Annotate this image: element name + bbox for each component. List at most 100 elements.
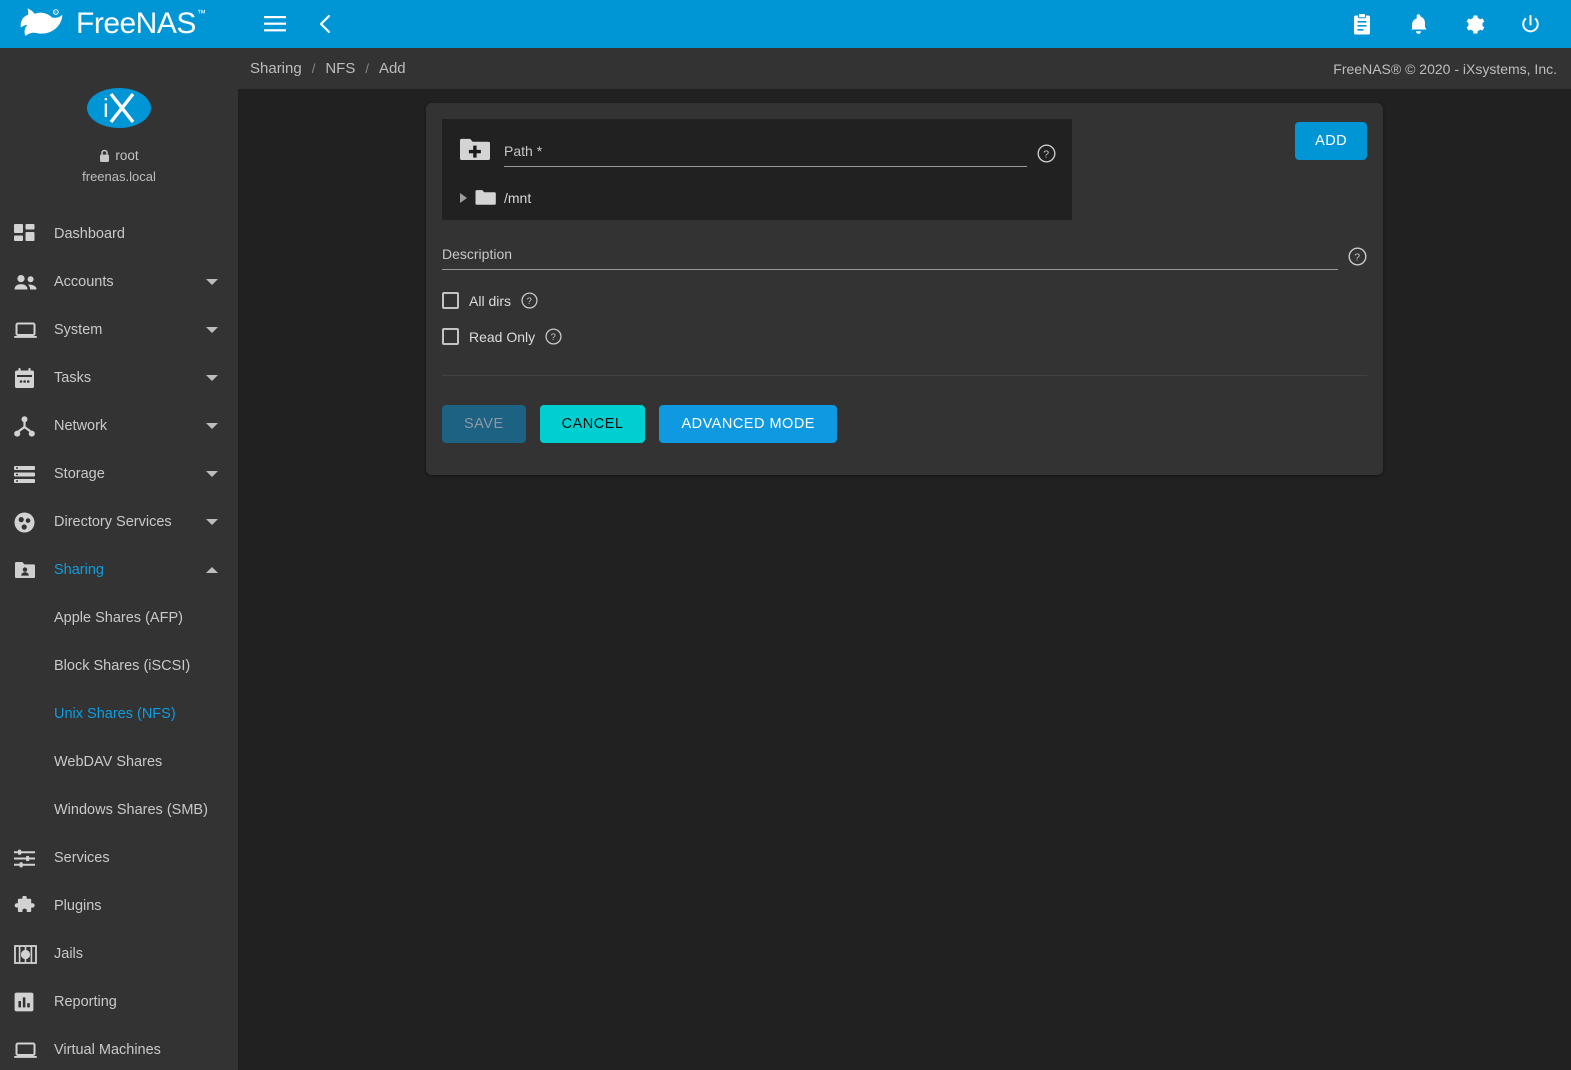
ix-systems-logo: i [86, 84, 152, 132]
create-new-folder-icon[interactable] [458, 135, 492, 165]
help-circle-icon[interactable]: ? [521, 292, 538, 309]
description-field: ? [442, 246, 1367, 270]
folder-icon [475, 189, 496, 206]
sidebar-subitem-unix-shares[interactable]: Unix Shares (NFS) [0, 690, 238, 738]
help-circle-icon[interactable]: ? [1037, 144, 1056, 163]
path-selector-row: ? /mnt [442, 119, 1367, 220]
sidebar-item-dashboard[interactable]: Dashboard [0, 210, 238, 258]
sidebar-item-reporting[interactable]: Reporting [0, 978, 238, 1026]
sidebar-item-virtual-machines[interactable]: Virtual Machines [0, 1026, 238, 1070]
sidebar-item-network[interactable]: Network [0, 402, 238, 450]
tasks-icon[interactable] [1347, 9, 1377, 39]
svg-text:i: i [103, 93, 109, 123]
read-only-checkbox-row: Read Only ? [442, 328, 1367, 345]
sidebar-item-directory-services[interactable]: Directory Services [0, 498, 238, 546]
sidebar-item-accounts[interactable]: Accounts [0, 258, 238, 306]
sidebar-item-label: Plugins [48, 898, 224, 914]
sidebar-item-label: Virtual Machines [48, 1042, 224, 1058]
advanced-mode-button[interactable]: ADVANCED MODE [659, 405, 837, 443]
copyright-label: FreeNAS® © 2020 - iXsystems, Inc. [1333, 61, 1557, 77]
chevron-down-icon[interactable] [206, 519, 218, 525]
help-circle-icon[interactable]: ? [1348, 247, 1367, 266]
notifications-bell-icon[interactable] [1403, 9, 1433, 39]
storage-icon [14, 466, 48, 483]
virtual-machines-icon [14, 1042, 48, 1059]
directory-services-icon [14, 512, 48, 533]
chevron-down-icon[interactable] [206, 279, 218, 285]
sidebar-item-label: Reporting [48, 994, 224, 1010]
hostname-label: freenas.local [82, 169, 156, 184]
sidebar-item-label: Dashboard [48, 226, 224, 242]
sidebar-subitem-label: Windows Shares (SMB) [54, 802, 208, 818]
cancel-button[interactable]: CANCEL [540, 405, 646, 443]
sidebar-item-jails[interactable]: Jails [0, 930, 238, 978]
breadcrumb-item-add: Add [377, 60, 408, 77]
sidebar-item-services[interactable]: Services [0, 834, 238, 882]
dashboard-icon [14, 224, 48, 245]
all-dirs-label[interactable]: All dirs [469, 293, 511, 309]
chevron-down-icon[interactable] [206, 375, 218, 381]
breadcrumb-item-sharing[interactable]: Sharing [248, 60, 304, 77]
read-only-checkbox[interactable] [442, 328, 459, 345]
sidebar-subitem-windows-shares[interactable]: Windows Shares (SMB) [0, 786, 238, 834]
username-label: root [115, 148, 138, 163]
tree-node-mnt[interactable]: /mnt [458, 189, 1056, 206]
reporting-chart-icon [14, 992, 48, 1012]
jails-icon [14, 944, 48, 965]
sidebar-item-label: Tasks [48, 370, 206, 386]
add-button[interactable]: ADD [1295, 122, 1367, 160]
tree-node-label: /mnt [504, 190, 531, 206]
save-button[interactable]: SAVE [442, 405, 526, 443]
sidebar: i root freenas.local [0, 48, 238, 1070]
sidebar-item-tasks[interactable]: Tasks [0, 354, 238, 402]
settings-gear-icon[interactable] [1459, 9, 1489, 39]
chevron-left-icon[interactable] [310, 9, 340, 39]
sharing-folder-icon [14, 561, 48, 579]
top-app-bar: R FreeNAS™ [0, 0, 1571, 48]
chevron-down-icon[interactable] [206, 327, 218, 333]
svg-text:?: ? [551, 331, 556, 342]
sidebar-subitem-label: WebDAV Shares [54, 754, 162, 770]
sidebar-item-system[interactable]: System [0, 306, 238, 354]
sidebar-item-sharing[interactable]: Sharing [0, 546, 238, 594]
breadcrumb-item-nfs[interactable]: NFS [323, 60, 357, 77]
triangle-right-icon[interactable] [460, 193, 467, 203]
svg-text:?: ? [527, 295, 532, 306]
breadcrumb-separator: / [357, 61, 377, 76]
path-field: ? [504, 143, 1056, 167]
hamburger-menu-icon[interactable] [260, 9, 290, 39]
current-user: root [99, 148, 138, 163]
form-actions: SAVE CANCEL ADVANCED MODE [426, 376, 1383, 475]
main-content: ? /mnt [238, 89, 1571, 1070]
chevron-down-icon[interactable] [206, 471, 218, 477]
all-dirs-checkbox[interactable] [442, 292, 459, 309]
breadcrumb-separator: / [304, 61, 324, 76]
accounts-people-icon [14, 274, 48, 291]
sidebar-item-plugins[interactable]: Plugins [0, 882, 238, 930]
system-laptop-icon [14, 322, 48, 339]
path-input[interactable] [504, 143, 1027, 167]
services-sliders-icon [14, 849, 48, 868]
path-explorer-panel: ? /mnt [442, 119, 1072, 220]
brand-logo-area: R FreeNAS™ [0, 0, 238, 48]
sidebar-subitem-block-shares[interactable]: Block Shares (iSCSI) [0, 642, 238, 690]
help-circle-icon[interactable]: ? [545, 328, 562, 345]
sidebar-subitem-webdav-shares[interactable]: WebDAV Shares [0, 738, 238, 786]
read-only-label[interactable]: Read Only [469, 329, 535, 345]
sidebar-item-label: Sharing [48, 562, 206, 578]
sidebar-subitem-label: Apple Shares (AFP) [54, 610, 183, 626]
sidebar-item-storage[interactable]: Storage [0, 450, 238, 498]
lock-icon [99, 149, 110, 163]
sidebar-item-label: System [48, 322, 206, 338]
description-input[interactable] [442, 246, 1338, 270]
sidebar-subitem-apple-shares[interactable]: Apple Shares (AFP) [0, 594, 238, 642]
chevron-down-icon[interactable] [206, 423, 218, 429]
chevron-up-icon[interactable] [206, 567, 218, 573]
tasks-calendar-icon [14, 368, 48, 389]
top-bar-actions [1347, 9, 1571, 39]
sidebar-subitem-label: Block Shares (iSCSI) [54, 658, 190, 674]
svg-text:?: ? [1354, 252, 1360, 264]
user-info-block: i root freenas.local [0, 48, 238, 202]
brand-name: FreeNAS™ [76, 9, 204, 39]
power-icon[interactable] [1515, 9, 1545, 39]
